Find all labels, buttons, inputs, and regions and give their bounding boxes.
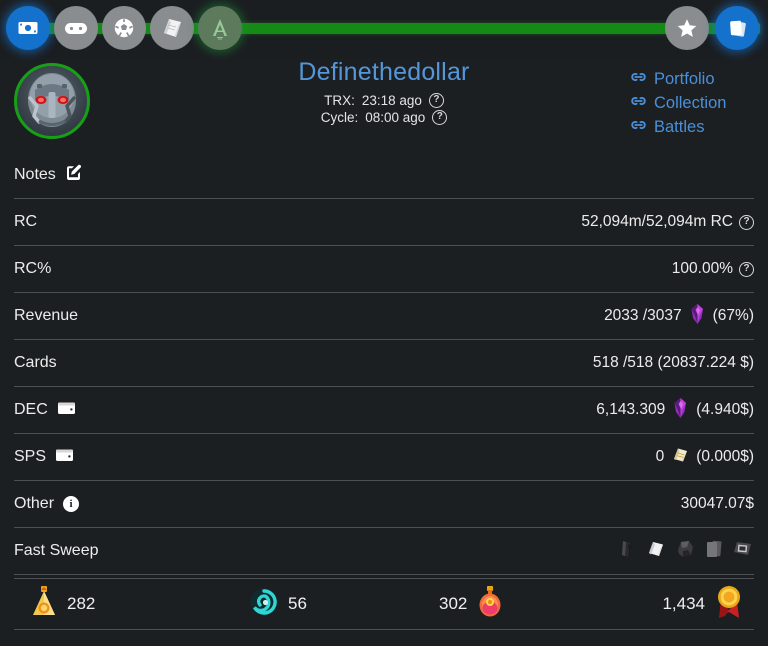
link-icon (630, 92, 647, 114)
sweep-scroll-icon[interactable] (645, 538, 667, 565)
row-value-group: 0 (0.000$) (656, 445, 754, 470)
trx-value: 23:18 ago (361, 93, 422, 108)
wallet-icon[interactable] (55, 447, 74, 468)
link-icon (630, 68, 647, 90)
row-value-post: (4.940$) (696, 401, 754, 418)
stat-value: 302 (439, 594, 468, 613)
row-value: 518 /518 (20837.224 $) (592, 354, 754, 371)
nav-star-icon[interactable] (665, 6, 709, 50)
footer-stats-bar: 282 56 302 1,434 (14, 578, 754, 630)
profile-header: Definethedollar TRX: 23:18 ago ? Cycle: … (0, 58, 768, 150)
row-notes: Notes (14, 152, 754, 199)
row-label-group: RC (14, 213, 37, 231)
row-label-group: DEC (14, 400, 76, 421)
sweep-rock-icon[interactable] (674, 538, 696, 565)
trx-label: TRX: (324, 93, 355, 108)
link-icon (630, 116, 647, 138)
row-label: Notes (14, 166, 56, 183)
row-value-group: 2033 /3037 (67%) (604, 303, 754, 330)
row-revenue: Revenue 2033 /3037 (67%) (14, 293, 754, 340)
row-label: SPS (14, 448, 47, 465)
stat-gold-medal[interactable]: 1,434 (662, 583, 744, 626)
link-label: Collection (654, 94, 727, 112)
row-label: DEC (14, 401, 48, 418)
gold-medal-icon (714, 583, 744, 626)
stat-teal-spiral[interactable]: 56 (249, 587, 307, 622)
row-sps: SPS 0 (0.000$) (14, 434, 754, 481)
edit-pencil-icon[interactable] (65, 164, 82, 186)
row-label-group: Cards (14, 354, 57, 372)
row-label-group: Other i (14, 495, 80, 513)
row-fast-sweep: Fast Sweep (14, 528, 754, 575)
stats-rows: Notes RC 52,094m/52,094m RC ? RC% 100.00… (0, 152, 768, 575)
row-label-group: RC% (14, 260, 51, 278)
nav-money-icon[interactable] (6, 6, 50, 50)
stat-value: 282 (67, 594, 96, 613)
row-label-group: Fast Sweep (14, 542, 98, 560)
row-label: Fast Sweep (14, 542, 99, 559)
row-value-group: 6,143.309 (4.940$) (596, 397, 754, 424)
gold-potion-icon (30, 584, 58, 625)
link-collection[interactable]: Collection (630, 92, 726, 114)
stat-red-potion[interactable]: 302 (439, 584, 504, 625)
row-cards: Cards 518 /518 (20837.224 $) (14, 340, 754, 387)
nav-gamepad-icon[interactable] (54, 6, 98, 50)
top-navigation-bar (0, 0, 768, 58)
sps-scroll-icon (670, 445, 690, 470)
link-label: Portfolio (654, 70, 715, 88)
wallet-icon[interactable] (57, 400, 76, 421)
row-label-group: Notes (14, 164, 82, 186)
nav-soccer-icon[interactable] (102, 6, 146, 50)
rc-percent-help-icon[interactable]: ? (739, 261, 754, 277)
row-value-group: 52,094m/52,094m RC ? (581, 213, 754, 231)
row-other: Other i 30047.07$ (14, 481, 754, 528)
row-label: Cards (14, 354, 57, 371)
row-dec: DEC 6,143.309 (4.940$) (14, 387, 754, 434)
stat-gold-potion[interactable]: 282 (30, 584, 95, 625)
trx-help-icon[interactable]: ? (428, 93, 444, 108)
row-value: 52,094m/52,094m RC (581, 213, 733, 230)
rc-help-icon[interactable]: ? (739, 214, 754, 230)
row-label-group: SPS (14, 447, 74, 468)
nav-anvil-icon[interactable] (198, 6, 242, 50)
row-label-group: Revenue (14, 307, 78, 325)
sweep-frame-icon[interactable] (732, 538, 754, 565)
row-value-pre: 0 (655, 448, 665, 465)
nav-cards-icon[interactable] (715, 6, 759, 50)
dec-crystal-icon (671, 397, 690, 424)
fast-sweep-icon-group (616, 538, 754, 565)
link-label: Battles (654, 118, 705, 136)
row-label: RC% (14, 260, 52, 277)
link-battles[interactable]: Battles (630, 116, 704, 138)
row-value: 30047.07$ (680, 495, 754, 512)
row-rc: RC 52,094m/52,094m RC ? (14, 199, 754, 246)
red-potion-icon (476, 584, 504, 625)
row-label: Revenue (14, 307, 79, 324)
dec-crystal-icon (688, 303, 707, 330)
info-icon[interactable]: i (63, 496, 80, 512)
sweep-card-pack-icon[interactable] (703, 538, 725, 565)
row-value-post: (0.000$) (696, 448, 754, 465)
row-value-group: 100.00% ? (672, 260, 754, 278)
stat-value: 56 (288, 594, 307, 613)
link-portfolio[interactable]: Portfolio (630, 68, 715, 90)
header-links: Portfolio Collection Battles (630, 68, 760, 138)
row-value: 100.00% (671, 260, 733, 277)
teal-spiral-icon (249, 587, 279, 622)
row-rc-percent: RC% 100.00% ? (14, 246, 754, 293)
row-label: Other (14, 495, 55, 512)
nav-scroll-icon[interactable] (150, 6, 194, 50)
sweep-dark-shard-icon[interactable] (616, 538, 638, 565)
cycle-help-icon[interactable]: ? (432, 110, 448, 125)
row-value-pre: 6,143.309 (596, 401, 666, 418)
row-value-pre: 2033 /3037 (604, 307, 682, 324)
row-value-post: (67%) (712, 307, 754, 324)
cycle-value: 08:00 ago (365, 110, 426, 125)
stat-value: 1,434 (662, 594, 705, 613)
row-label: RC (14, 213, 38, 230)
cycle-label: Cycle: (320, 110, 359, 125)
